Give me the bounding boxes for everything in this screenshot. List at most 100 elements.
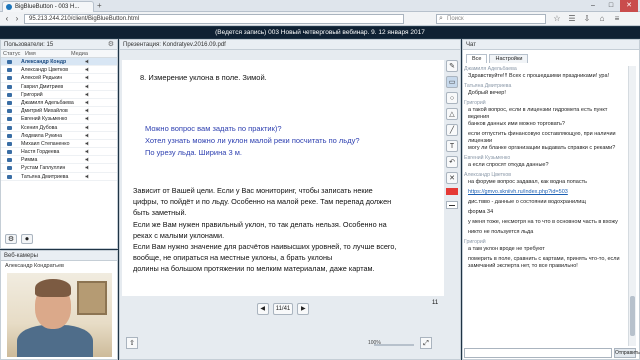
clear-icon[interactable]: ✕ xyxy=(446,172,458,184)
webcam-video[interactable] xyxy=(7,273,112,357)
user-list-item[interactable]: Джамиля Адельбаева xyxy=(1,99,117,108)
back-button[interactable]: ‹ xyxy=(2,14,12,24)
minimize-button[interactable]: – xyxy=(584,0,602,12)
speaker-icon[interactable] xyxy=(85,59,90,64)
next-slide-button[interactable]: ▶ xyxy=(297,303,310,315)
chat-scroll-thumb[interactable] xyxy=(630,296,635,336)
previous-slide-button[interactable]: ◀ xyxy=(256,303,269,315)
bookmarks-icon[interactable]: ☰ xyxy=(567,14,577,24)
chat-message-text: дис.твво - данные о состоянии водохранил… xyxy=(468,199,586,205)
chat-message-input[interactable] xyxy=(464,348,612,358)
user-list-item[interactable]: Михаил Степаненко xyxy=(1,140,117,149)
column-media[interactable]: Медиа xyxy=(71,50,88,58)
home-icon[interactable]: ⌂ xyxy=(597,14,607,24)
upload-presentation-button[interactable]: ⇧ xyxy=(126,337,138,349)
speaker-icon[interactable] xyxy=(85,92,90,97)
user-name: Алексей Редькин xyxy=(21,75,63,82)
users-panel: Пользователи: 15 ⚙ Статус Имя Медиа Алек… xyxy=(0,39,118,249)
speaker-icon[interactable] xyxy=(85,149,90,154)
forward-button[interactable]: › xyxy=(12,14,22,24)
webcams-panel-title: Веб-камеры xyxy=(4,253,38,259)
fit-to-page-button[interactable]: ⤢ xyxy=(420,337,432,349)
chat-message-text: могу ли бланке организации выдавать спра… xyxy=(468,145,616,151)
speaker-icon[interactable] xyxy=(85,67,90,72)
gear-icon[interactable]: ⚙ xyxy=(108,40,114,50)
speaker-icon[interactable] xyxy=(85,84,90,89)
user-list-item[interactable]: Александр Кондр xyxy=(1,58,117,67)
speaker-icon[interactable] xyxy=(85,116,90,121)
ellipse-tool-icon[interactable]: ○ xyxy=(446,92,458,104)
speaker-icon[interactable] xyxy=(85,165,90,170)
chat-message-link[interactable]: https://gmvo.skniivh.ru/index.php?id=503 xyxy=(464,189,624,196)
chat-message-author: Джамиля Адельбаева xyxy=(464,66,517,72)
slide-page-indicator[interactable]: 11/41 xyxy=(272,303,294,315)
user-status-icon xyxy=(7,150,12,155)
speaker-icon[interactable] xyxy=(85,174,90,179)
user-list-item[interactable]: Татьяна Дмитриева xyxy=(1,173,117,181)
color-swatch[interactable] xyxy=(446,188,458,195)
user-list-item[interactable]: Алексей Редькин xyxy=(1,74,117,83)
send-button[interactable]: Отправить xyxy=(614,348,640,358)
slide-answer-line: Зависит от Вашей цели. Если у Вас монито… xyxy=(133,186,373,195)
maximize-button[interactable]: □ xyxy=(602,0,620,12)
chat-message-text: на форуме вопрос задавал, как водна попа… xyxy=(468,179,587,185)
settings-button[interactable]: ⚙ xyxy=(5,234,17,244)
zoom-slider[interactable] xyxy=(374,344,414,346)
speaker-icon[interactable] xyxy=(85,157,90,162)
browser-tab-bar: BigBlueButton - 003 Н... + – □ ✕ xyxy=(0,0,640,12)
speaker-icon[interactable] xyxy=(85,100,90,105)
slide-answer-line: Если же Вам нужен правильный уклон, то т… xyxy=(133,220,387,229)
user-name: Дмитрий Михайлов xyxy=(21,108,68,115)
star-icon[interactable]: ☆ xyxy=(552,14,562,24)
text-tool-icon[interactable]: T xyxy=(446,140,458,152)
stroke-width-selector[interactable] xyxy=(446,201,458,209)
chat-message-text: никто не пользуется льда xyxy=(468,229,534,235)
browser-tab[interactable]: BigBlueButton - 003 Н... xyxy=(2,1,94,12)
user-name: Настя Гордеева xyxy=(21,149,60,156)
user-list-item[interactable]: Евгений Кузьменко xyxy=(1,115,117,124)
rectangle-tool-icon[interactable]: ▭ xyxy=(446,76,458,88)
user-list-item[interactable]: Настя Гордеева xyxy=(1,148,117,157)
user-list-item[interactable]: Александр Цветков xyxy=(1,66,117,75)
chat-message-text: банков данных ими можно торговать? xyxy=(468,121,565,127)
user-list-item[interactable]: Дмитрий Михайлов xyxy=(1,107,117,116)
close-window-button[interactable]: ✕ xyxy=(620,0,638,12)
user-name: Рустам Гаплуллин xyxy=(21,165,66,172)
address-bar[interactable]: 95.213.244.210/client/BigBlueButton.html xyxy=(24,14,404,24)
user-status-icon xyxy=(7,60,12,64)
download-icon[interactable]: ⇩ xyxy=(582,14,592,24)
slide-question-line: По урезу льда. Ширина 3 м. xyxy=(145,148,242,157)
user-list-item[interactable]: Гаврил Дмитриев xyxy=(1,83,117,91)
pencil-tool-icon[interactable]: ✎ xyxy=(446,60,458,72)
user-list-item[interactable]: Ксения Дубова xyxy=(1,124,117,132)
speaker-icon[interactable] xyxy=(85,75,90,80)
column-name[interactable]: Имя xyxy=(25,50,36,58)
chat-header: Чат xyxy=(463,40,639,50)
chat-message-author: Александр Цветков xyxy=(464,172,511,178)
chat-scrollbar[interactable] xyxy=(628,66,636,346)
speaker-icon[interactable] xyxy=(85,133,90,138)
chat-message-list: Джамиля Адельбаева Здравствуйте!!! Всех с… xyxy=(464,66,624,346)
speaker-icon[interactable] xyxy=(85,141,90,146)
menu-icon[interactable]: ≡ xyxy=(612,14,622,24)
line-tool-icon[interactable]: ╱ xyxy=(446,124,458,136)
user-list-item[interactable]: Людмила Рукина xyxy=(1,132,117,140)
user-list-item[interactable]: Рустам Гаплуллин xyxy=(1,164,117,173)
user-list-item[interactable]: Римма xyxy=(1,156,117,165)
browser-toolbar-icons: ☆ ☰ ⇩ ⌂ ≡ xyxy=(552,14,622,24)
new-tab-button[interactable]: + xyxy=(97,2,106,11)
user-list-item[interactable]: Григорий xyxy=(1,91,117,99)
tab-settings[interactable]: Настройки xyxy=(489,54,529,63)
users-footer: ⚙ ⏺ xyxy=(5,234,33,244)
microphone-button[interactable]: ⏺ xyxy=(21,234,33,244)
speaker-icon[interactable] xyxy=(85,125,90,130)
column-status[interactable]: Статус xyxy=(3,50,20,58)
tab-all[interactable]: Все xyxy=(466,54,488,63)
triangle-tool-icon[interactable]: △ xyxy=(446,108,458,120)
undo-icon[interactable]: ↶ xyxy=(446,156,458,168)
speaker-icon[interactable] xyxy=(85,108,90,113)
chat-message: форма 34 xyxy=(464,209,624,216)
user-status-icon xyxy=(7,133,12,138)
chat-message: https://gmvo.skniivh.ru/index.php?id=503 xyxy=(464,189,624,196)
browser-search-input[interactable]: ⌕ Поиск xyxy=(436,14,546,24)
